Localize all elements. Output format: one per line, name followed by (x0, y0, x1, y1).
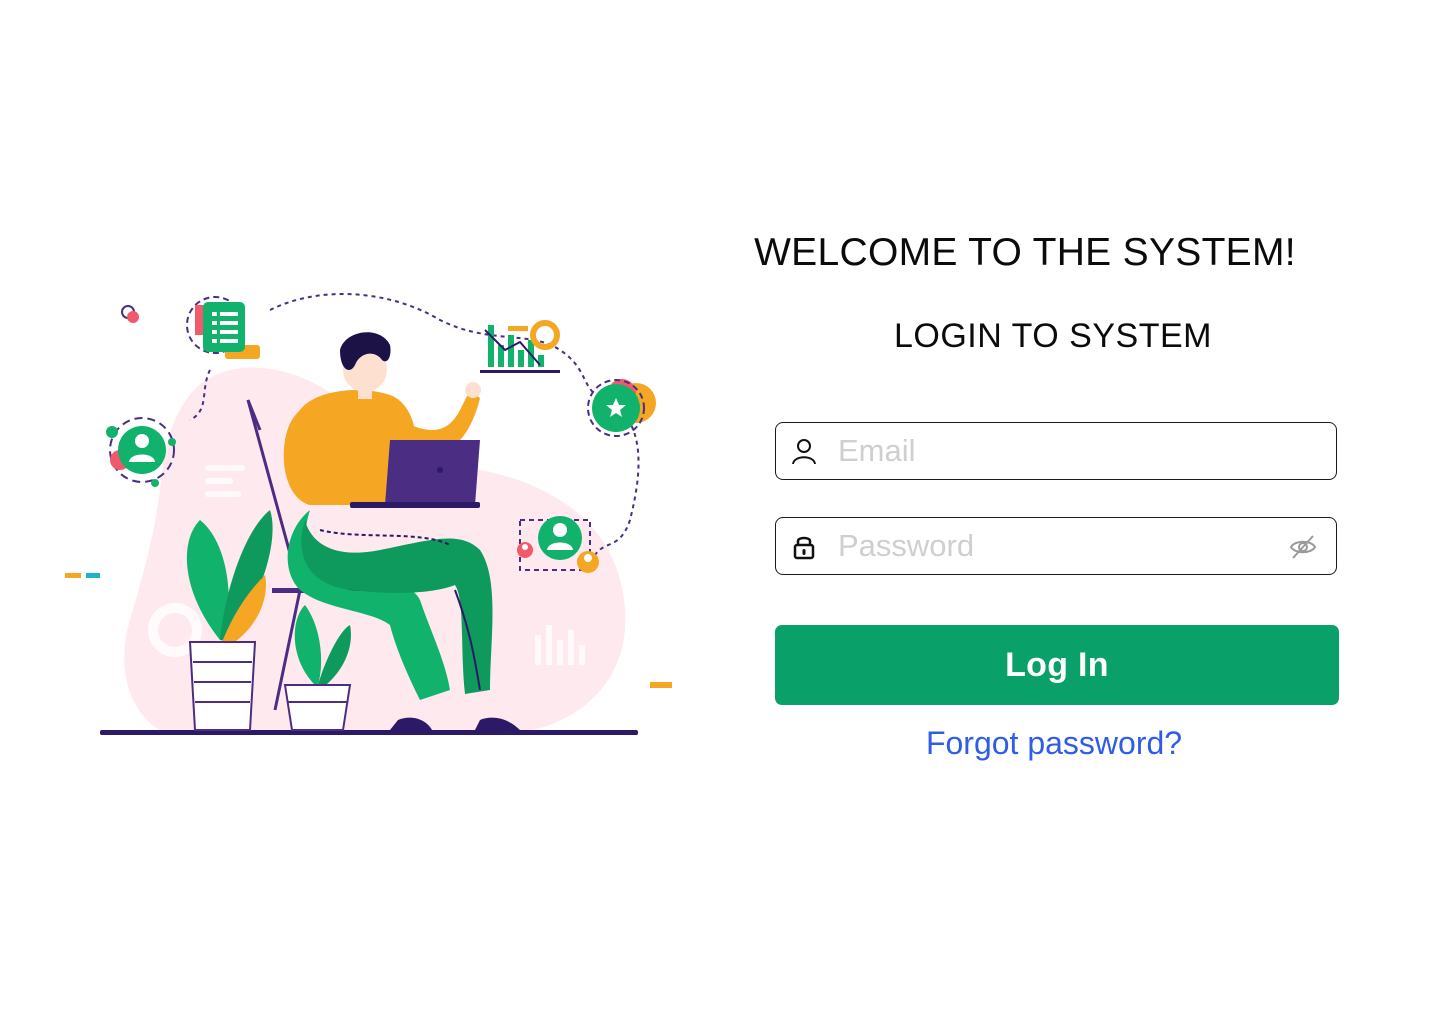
user-icon (790, 437, 818, 465)
login-subtitle: LOGIN TO SYSTEM (894, 317, 1212, 355)
eye-slash-icon[interactable] (1288, 532, 1318, 562)
email-field[interactable] (775, 422, 1337, 480)
welcome-title: WELCOME TO THE SYSTEM! (754, 231, 1296, 274)
login-illustration (60, 290, 680, 750)
password-input[interactable] (838, 524, 1268, 568)
forgot-password-link[interactable]: Forgot password? (775, 725, 1333, 762)
email-input[interactable] (838, 429, 1268, 473)
lock-icon (790, 532, 818, 560)
login-button[interactable]: Log In (775, 625, 1339, 705)
person-with-laptop-illustration (65, 292, 672, 735)
password-field[interactable] (775, 517, 1337, 575)
